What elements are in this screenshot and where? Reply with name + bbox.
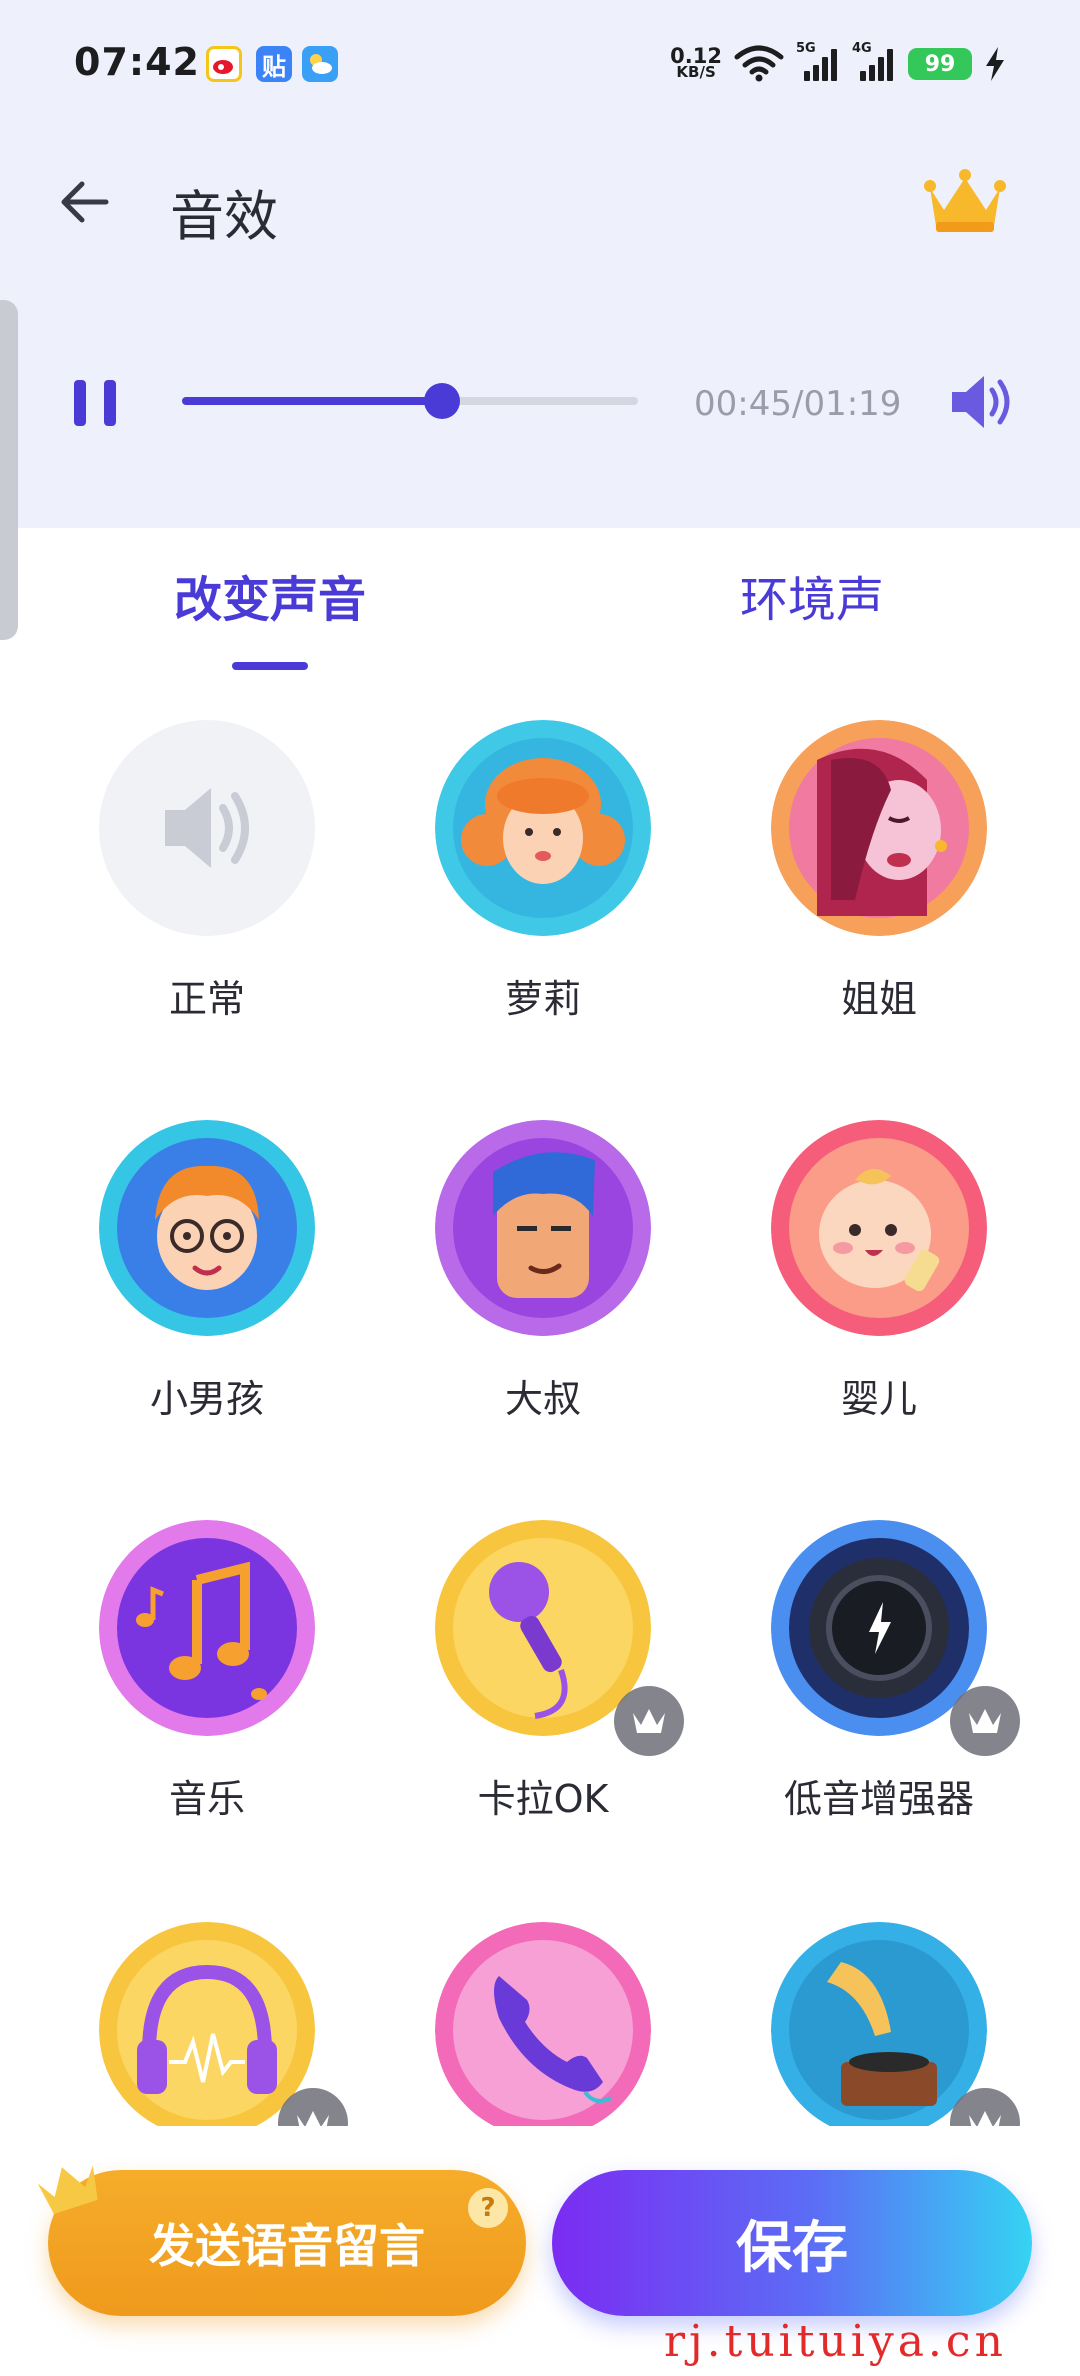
page-title: 音效 [170, 185, 278, 248]
effect-karaoke[interactable]: 卡拉OK [390, 1520, 690, 1850]
effect-label: 正常 [168, 977, 245, 1021]
effect-loli[interactable]: 萝莉 [390, 720, 690, 1050]
arrow-left-icon [61, 181, 109, 223]
effect-music[interactable]: 音乐 [54, 1520, 354, 1850]
man-avatar [435, 1120, 651, 1336]
music-note-icon [99, 1520, 315, 1736]
net-speed: 0.12 KB/S [670, 44, 722, 81]
pause-button[interactable] [70, 376, 120, 432]
effect-little-boy[interactable]: 小男孩 [54, 1120, 354, 1450]
status-right: 0.12 KB/S 5G 4G 99 [670, 41, 1006, 84]
crown-icon [969, 1709, 1001, 1733]
weibo-icon [206, 46, 242, 82]
signal-icon: 4G [852, 41, 896, 81]
boy-avatar [99, 1120, 315, 1336]
effect-label: 音乐 [168, 1777, 245, 1821]
speaker-icon [99, 720, 315, 936]
progress-fill [182, 397, 442, 405]
woman-avatar [771, 720, 987, 936]
tab-ambient-sound[interactable]: 环境声 [740, 560, 884, 630]
effect-bass-booster[interactable]: 低音增强器 [726, 1520, 1026, 1850]
effect-gramophone[interactable] [726, 1922, 1026, 2126]
effect-sister[interactable]: 姐姐 [726, 720, 1026, 1050]
progress-thumb[interactable] [423, 383, 460, 419]
vip-crown-badge [614, 1686, 684, 1756]
progress-slider[interactable] [182, 383, 638, 419]
signal-icon: 5G [796, 41, 840, 81]
tieba-icon: 贴 [256, 46, 292, 82]
volume-button[interactable] [946, 370, 1018, 434]
effect-label: 姐姐 [840, 977, 917, 1021]
effect-uncle[interactable]: 大叔 [390, 1120, 690, 1450]
tab-underline [232, 662, 308, 670]
effect-label: 婴儿 [840, 1377, 917, 1421]
send-voice-message-button[interactable]: 发送语音留言 [48, 2170, 526, 2316]
headphones-icon [99, 1922, 315, 2126]
girl-avatar [435, 720, 651, 936]
effect-label: 小男孩 [149, 1377, 264, 1421]
tab-change-voice[interactable]: 改变声音 [174, 560, 366, 630]
effect-label: 低音增强器 [783, 1777, 974, 1821]
crown-icon [969, 2111, 1001, 2126]
weather-icon [302, 46, 338, 82]
status-bar: 07:42 贴 0.12 KB/S 5G 4G 99 [0, 0, 1080, 130]
gramophone-icon [771, 1922, 987, 2126]
battery-indicator: 99 [908, 48, 972, 80]
time-label: 00:45/01:19 [694, 384, 902, 424]
effects-grid: 正常 萝莉 姐姐 小男孩 大叔 婴儿 音乐 卡拉OK 低音增强器 [0, 700, 1080, 2126]
wifi-icon [734, 45, 784, 82]
charging-icon [986, 47, 1004, 81]
volume-icon [952, 376, 1010, 428]
status-time: 07:42 [74, 40, 200, 84]
effect-normal[interactable]: 正常 [54, 720, 354, 1050]
effect-label: 卡拉OK [477, 1777, 609, 1821]
phone-icon [435, 1922, 651, 2126]
help-icon[interactable]: ? [468, 2188, 508, 2228]
crown-icon [924, 169, 1006, 232]
vip-crown-button[interactable] [920, 162, 1010, 242]
side-handle[interactable] [0, 300, 18, 640]
vip-crown-badge [950, 1686, 1020, 1756]
effect-label: 大叔 [504, 1377, 581, 1421]
effect-headphones[interactable] [54, 1922, 354, 2126]
crown-icon [633, 1709, 665, 1733]
crown-icon [37, 2165, 98, 2215]
effect-label: 萝莉 [504, 977, 581, 1021]
crown-icon [297, 2111, 329, 2126]
baby-avatar [771, 1120, 987, 1336]
back-button[interactable] [52, 170, 116, 234]
effect-baby[interactable]: 婴儿 [726, 1120, 1026, 1450]
watermark: rj.tuituiya.cn [664, 2316, 1007, 2367]
save-button[interactable]: 保存 [552, 2170, 1032, 2316]
effect-telephone[interactable] [390, 1922, 690, 2126]
